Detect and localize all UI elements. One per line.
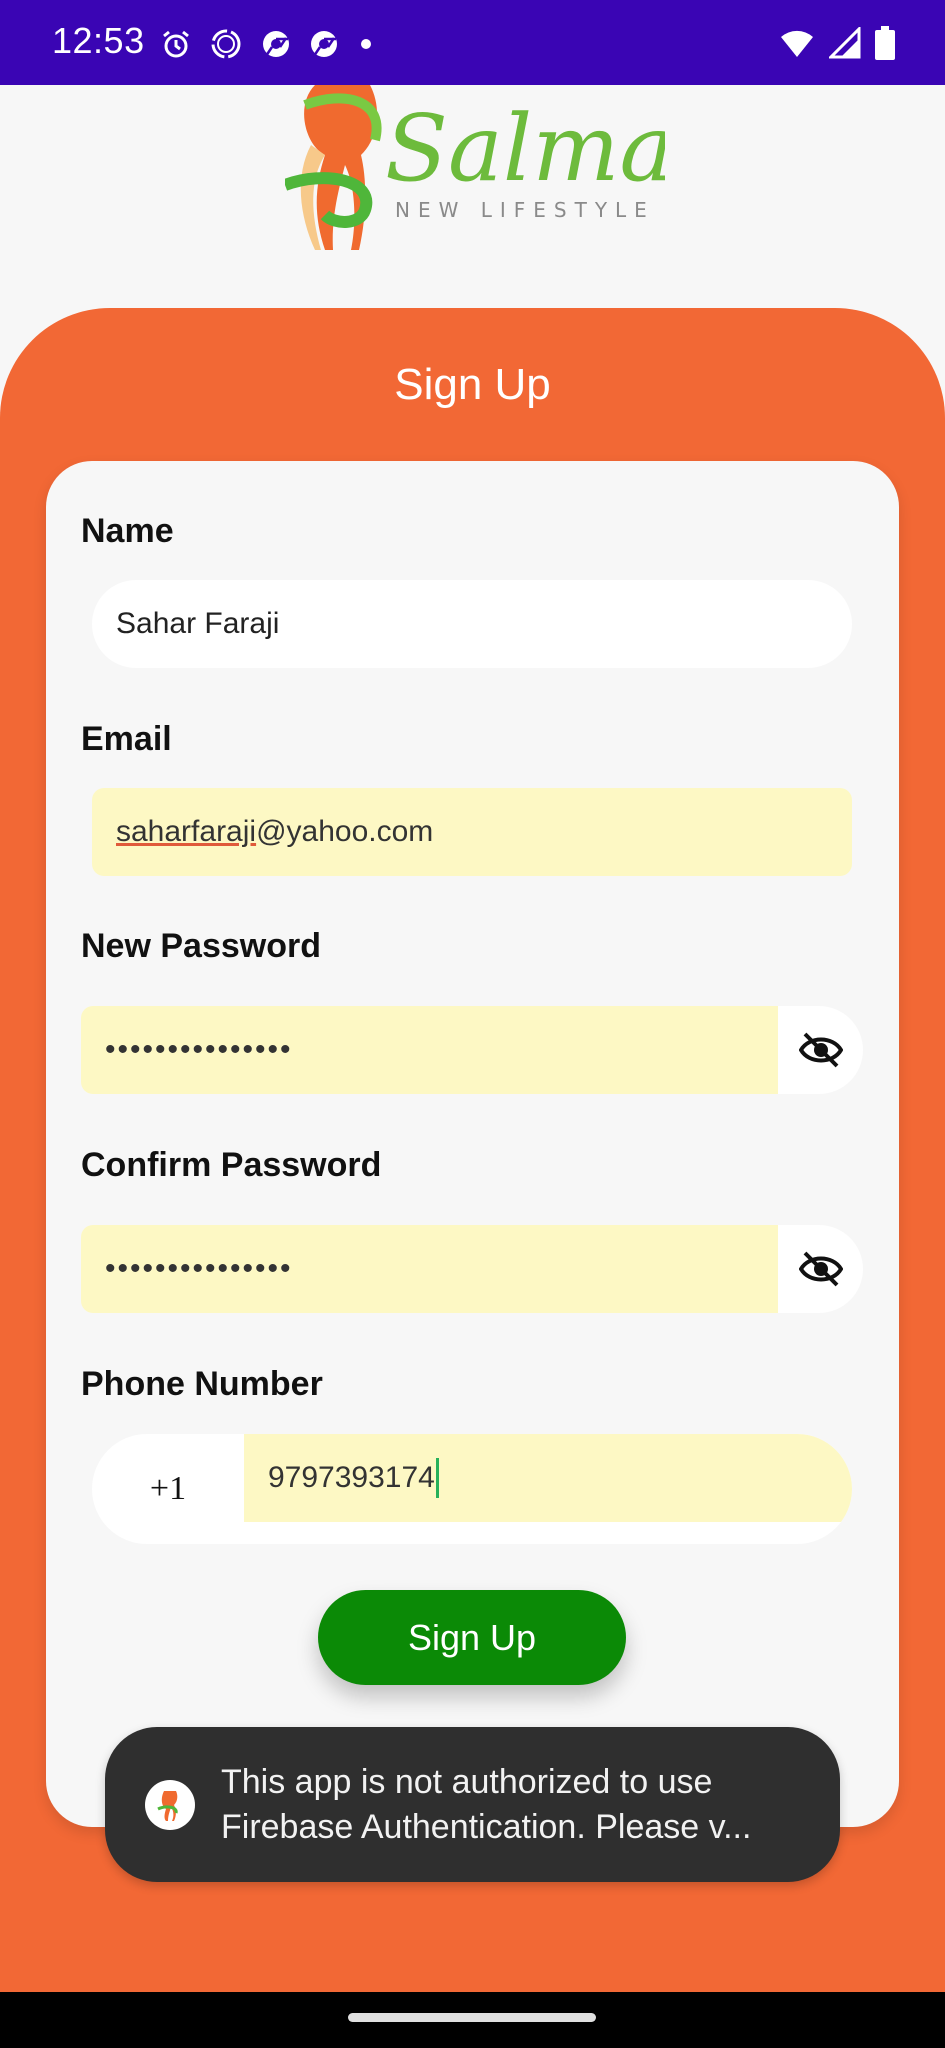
- new-password-label: New Password: [81, 927, 321, 965]
- name-input[interactable]: Sahar Faraji: [92, 580, 852, 668]
- sync-icon: [211, 29, 241, 59]
- phone-value: 9797393174: [268, 1461, 435, 1494]
- error-toast: This app is not authorized to use Fireba…: [105, 1727, 840, 1882]
- phone-field: +1 9797393174: [92, 1434, 852, 1544]
- home-gesture-handle[interactable]: [348, 2013, 596, 2022]
- eye-off-icon: [798, 1032, 843, 1068]
- logo-wordmark: Salma: [385, 95, 665, 202]
- signup-button[interactable]: Sign Up: [318, 1590, 626, 1685]
- confirm-password-value: •••••••••••••••: [105, 1252, 293, 1285]
- confirm-password-visibility-toggle[interactable]: [778, 1225, 863, 1313]
- notification-icons: [160, 26, 376, 62]
- new-password-input[interactable]: •••••••••••••••: [81, 1006, 778, 1094]
- text-cursor: [435, 1458, 439, 1498]
- system-icons: [779, 26, 895, 60]
- logo-tagline: NEW LIFESTYLE: [395, 198, 655, 222]
- signal-icon: [829, 27, 861, 59]
- confirm-password-field: •••••••••••••••: [81, 1225, 863, 1313]
- new-password-visibility-toggle[interactable]: [778, 1006, 863, 1094]
- name-label: Name: [81, 512, 174, 550]
- email-value-domain: @yahoo.com: [256, 815, 434, 848]
- name-value: Sahar Faraji: [116, 607, 280, 640]
- status-bar: 12:53: [0, 0, 945, 85]
- status-time: 12:53: [52, 20, 145, 61]
- confirm-password-input[interactable]: •••••••••••••••: [81, 1225, 778, 1313]
- chrome-icon: [311, 31, 337, 57]
- app-logo: Salma NEW LIFESTYLE: [282, 85, 674, 255]
- dot-icon: [361, 39, 371, 49]
- wifi-icon: [781, 30, 813, 57]
- battery-icon: [875, 26, 895, 60]
- new-password-value: •••••••••••••••: [105, 1033, 293, 1066]
- chrome-icon: [263, 31, 289, 57]
- phone-input[interactable]: 9797393174: [244, 1434, 852, 1522]
- country-code: +1: [149, 1470, 187, 1507]
- app-icon: [145, 1779, 195, 1830]
- page-title: Sign Up: [394, 360, 551, 409]
- new-password-field: •••••••••••••••: [81, 1006, 863, 1094]
- country-code-picker[interactable]: +1: [92, 1434, 244, 1544]
- confirm-password-label: Confirm Password: [81, 1146, 382, 1184]
- phone-label: Phone Number: [81, 1365, 323, 1403]
- email-label: Email: [81, 720, 172, 758]
- email-value-misspelled: saharfaraji: [116, 815, 257, 848]
- email-input[interactable]: saharfaraji @yahoo.com: [92, 788, 852, 876]
- toast-message: This app is not authorized to use Fireba…: [221, 1762, 752, 1846]
- eye-off-icon: [798, 1251, 843, 1287]
- alarm-icon: [163, 30, 189, 58]
